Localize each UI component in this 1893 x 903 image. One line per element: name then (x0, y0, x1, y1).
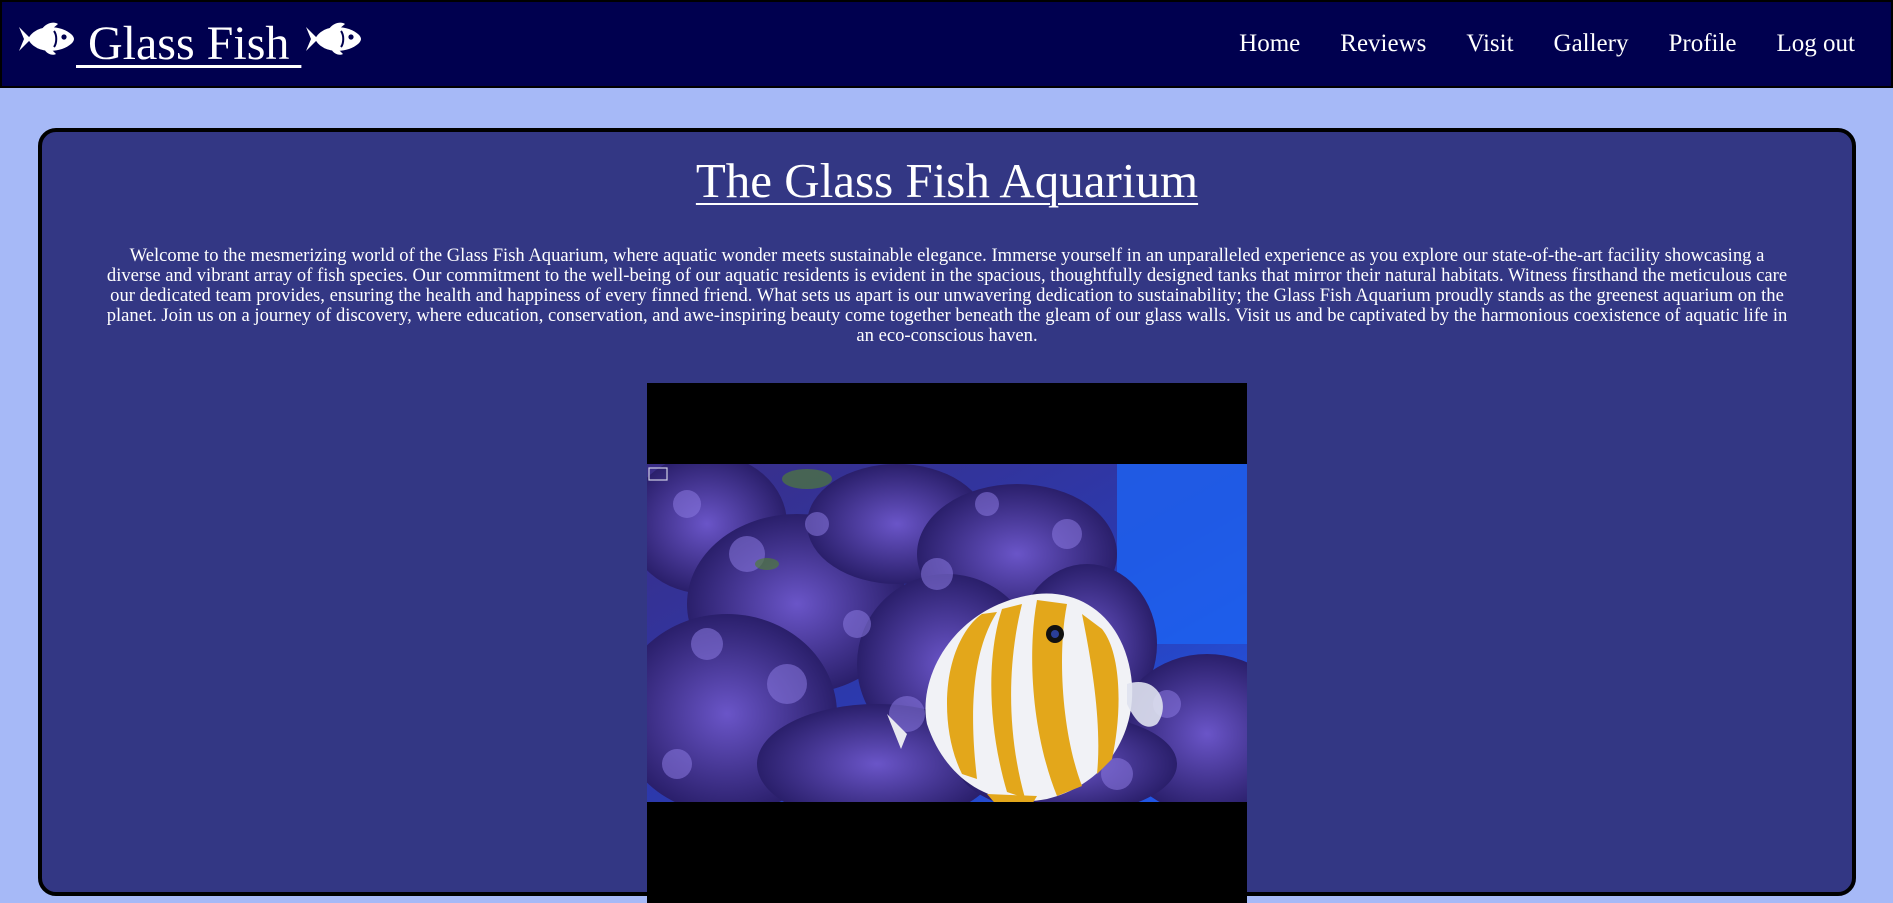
fish-icon (19, 22, 74, 55)
intro-paragraph: Welcome to the mesmerizing world of the … (106, 244, 1788, 346)
nav-reviews[interactable]: Reviews (1340, 30, 1426, 58)
video-frame (647, 464, 1247, 802)
fish-icon (306, 22, 362, 55)
aquarium-video[interactable] (647, 383, 1247, 903)
page-title: The Glass Fish Aquarium (695, 153, 1199, 208)
navbar: Glass Fish Home Reviews Visit Gallery Pr… (0, 0, 1893, 88)
content-card: The Glass Fish Aquarium Welcome to the m… (38, 128, 1856, 903)
nav-gallery[interactable]: Gallery (1554, 30, 1629, 58)
main-nav: Home Reviews Visit Gallery Profile Log o… (1199, 30, 1891, 58)
brand-link[interactable]: Glass Fish (2, 19, 363, 69)
nav-profile[interactable]: Profile (1668, 30, 1736, 58)
nav-logout[interactable]: Log out (1777, 30, 1855, 58)
nav-visit[interactable]: Visit (1466, 30, 1513, 58)
brand-title[interactable]: Glass Fish (76, 20, 301, 68)
nav-home[interactable]: Home (1239, 30, 1300, 58)
